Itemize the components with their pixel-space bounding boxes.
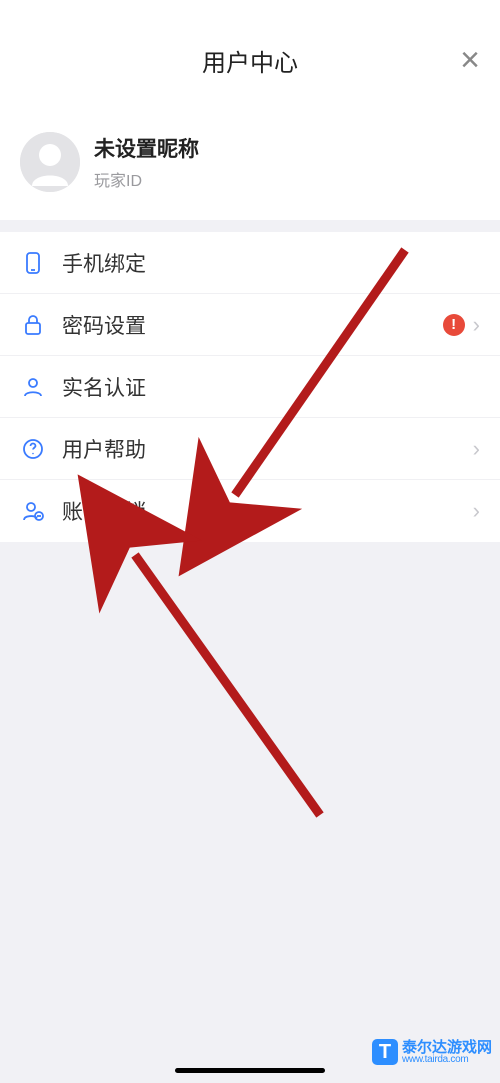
- chevron-right-icon: ›: [473, 312, 480, 338]
- watermark-badge: T: [372, 1039, 398, 1065]
- avatar: [20, 132, 80, 192]
- header: 用户中心 ×: [0, 0, 500, 120]
- menu-label: 密码设置: [62, 310, 443, 340]
- profile-info: 未设置昵称 玩家ID: [94, 133, 199, 191]
- menu-label: 用户帮助: [62, 434, 473, 464]
- nickname: 未设置昵称: [94, 133, 199, 163]
- menu-item-password[interactable]: 密码设置 ! ›: [0, 294, 500, 356]
- watermark-name: 泰尔达游戏网: [402, 1040, 492, 1055]
- person-icon: [20, 374, 46, 400]
- watermark-url: www.tairda.com: [402, 1055, 492, 1065]
- chevron-right-icon: ›: [473, 498, 480, 524]
- menu-item-help[interactable]: 用户帮助 ›: [0, 418, 500, 480]
- help-icon: [20, 436, 46, 462]
- user-remove-icon: [20, 498, 46, 524]
- menu-label: 手机绑定: [62, 248, 480, 278]
- phone-icon: [20, 250, 46, 276]
- watermark: T 泰尔达游戏网 www.tairda.com: [372, 1039, 492, 1065]
- home-indicator: [175, 1068, 325, 1073]
- menu-label: 实名认证: [62, 372, 480, 402]
- menu-label: 账号注销: [62, 496, 473, 526]
- menu-item-deactivate[interactable]: 账号注销 ›: [0, 480, 500, 542]
- menu-item-phone-bind[interactable]: 手机绑定: [0, 232, 500, 294]
- page-title: 用户中心: [202, 43, 298, 78]
- chevron-right-icon: ›: [473, 436, 480, 462]
- player-id-label: 玩家ID: [94, 167, 199, 191]
- menu-list: 手机绑定 密码设置 ! › 实名认证: [0, 232, 500, 542]
- alert-icon: !: [443, 314, 465, 336]
- lock-icon: [20, 312, 46, 338]
- close-icon[interactable]: ×: [460, 43, 480, 77]
- profile-section[interactable]: 未设置昵称 玩家ID: [0, 120, 500, 220]
- menu-item-realname[interactable]: 实名认证: [0, 356, 500, 418]
